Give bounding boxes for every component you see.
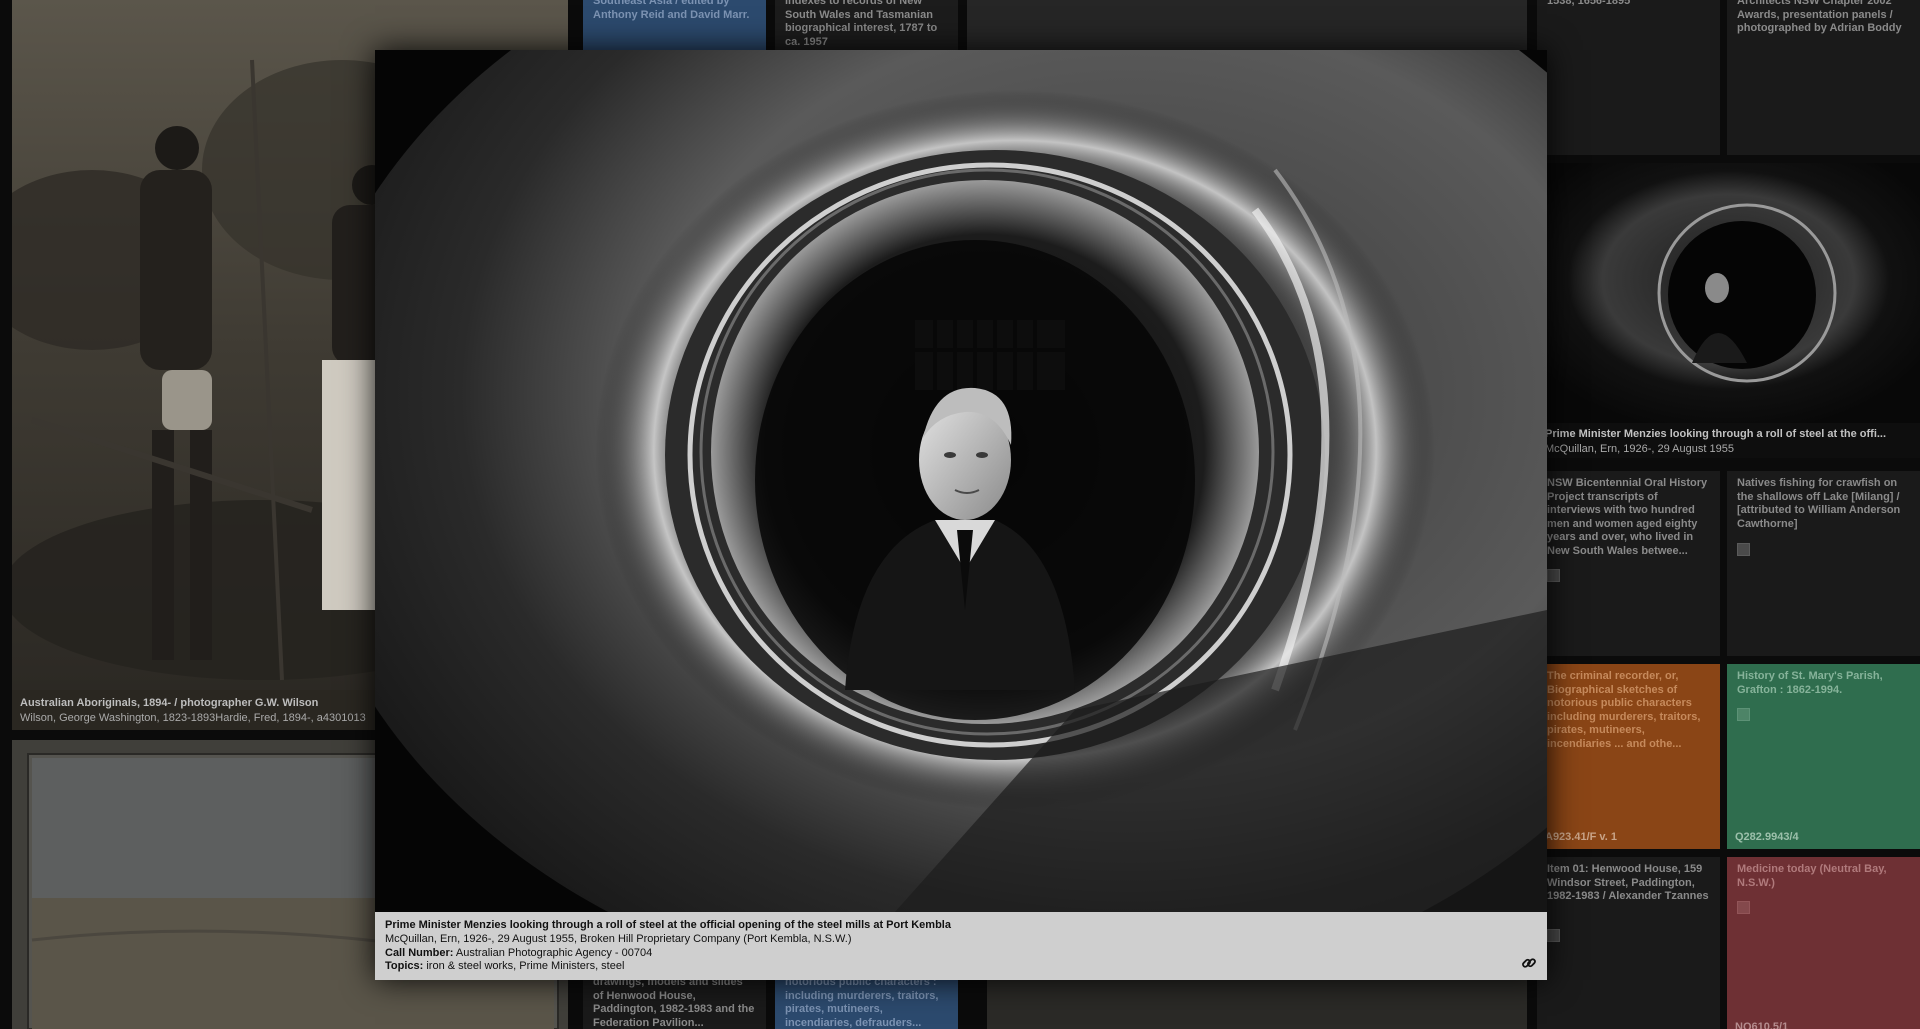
tile-st-marys[interactable]: History of St. Mary's Parish, Grafton : … [1727,664,1920,849]
tile-architects[interactable]: Architects NSW Chapter 2002 Awards, pres… [1727,0,1920,155]
tile-natives-fishing-text: Natives fishing for crawfish on the shal… [1737,477,1901,530]
tile-menzies-thumb-title: Prime Minister Menzies looking through a… [1545,428,1887,440]
photo-creator: McQuillan, Ern, 1926-, 29 August 1955, B… [385,932,852,945]
tile-natives-fishing-checkbox[interactable] [1737,543,1750,556]
tile-henwood[interactable]: Item 01: Henwood House, 159 Windsor Stre… [1537,857,1720,1029]
tile-top-center-dark[interactable] [967,0,1527,50]
tile-southeast-asia-text: Southeast Asia / edited by Anthony Reid … [593,0,750,21]
photo-title: Prime Minister Menzies looking through a… [385,919,951,931]
tile-criminal-recorder[interactable]: The criminal recorder, or, Biographical … [1537,664,1720,849]
tile-notorious[interactable]: notorious public characters : including … [775,980,958,1029]
call-number-row: Call Number: Australian Photographic Age… [385,947,1537,961]
tile-oral-history-checkbox[interactable] [1547,569,1560,582]
tile-medicine[interactable]: Medicine today (Neutral Bay, N.S.W.) NQ6… [1727,857,1920,1029]
call-number-label: Call Number: [385,946,454,959]
tile-indexes-text: indexes to records of New South Wales an… [785,0,938,48]
tile-oral-history-text: NSW Bicentennial Oral History Project tr… [1547,477,1708,557]
tile-architects-text: Architects NSW Chapter 2002 Awards, pres… [1737,0,1902,34]
tile-henwood-text: Item 01: Henwood House, 159 Windsor Stre… [1547,863,1709,902]
tile-st-marys-callno: Q282.9943/4 [1735,831,1799,843]
call-number-value: Australian Photographic Agency - 00704 [455,946,653,959]
topics-label: Topics: [385,960,424,973]
tile-1538-text: 1538, 1656-1895 [1547,0,1631,7]
tile-st-marys-text: History of St. Mary's Parish, Grafton : … [1737,670,1883,696]
topics-value: iron & steel works, Prime Ministers, ste… [426,960,625,973]
topics-row: Topics: iron & steel works, Prime Minist… [385,960,1537,974]
image-lightbox: Prime Minister Menzies looking through a… [375,50,1547,980]
link-icon[interactable] [1521,955,1537,971]
tile-bottom-sketch[interactable] [987,980,1527,1029]
menzies-steel-roll-photo [375,50,1547,912]
tile-southeast-asia[interactable]: Southeast Asia / edited by Anthony Reid … [583,0,766,50]
tile-indexes[interactable]: indexes to records of New South Wales an… [775,0,958,50]
tile-criminal-recorder-callno: A923.41/F v. 1 [1545,831,1617,843]
tile-criminal-recorder-text: The criminal recorder, or, Biographical … [1547,670,1701,750]
tile-menzies-thumb[interactable]: Prime Minister Menzies looking through a… [1537,163,1920,458]
tile-st-marys-checkbox[interactable] [1737,708,1750,721]
tile-notorious-text: notorious public characters : including … [785,980,939,1029]
tile-medicine-checkbox[interactable] [1737,901,1750,914]
menzies-thumb-photo [1537,163,1920,423]
tile-1538[interactable]: 1538, 1656-1895 [1537,0,1720,155]
tile-henwood-drawings[interactable]: drawings, models and slides of Henwood H… [583,980,766,1029]
tile-medicine-text: Medicine today (Neutral Bay, N.S.W.) [1737,863,1887,889]
caption-bar: Prime Minister Menzies looking through a… [375,912,1547,980]
tile-natives-fishing[interactable]: Natives fishing for crawfish on the shal… [1727,471,1920,656]
tile-menzies-thumb-creator: McQuillan, Ern, 1926-, 29 August 1955 [1545,443,1734,455]
modal-photo [375,50,1547,912]
tile-henwood-drawings-text: drawings, models and slides of Henwood H… [593,980,755,1029]
tile-henwood-checkbox[interactable] [1547,929,1560,942]
tile-nq-callno: NQ610.5/1 [1735,1021,1789,1029]
tile-oral-history[interactable]: NSW Bicentennial Oral History Project tr… [1537,471,1720,656]
